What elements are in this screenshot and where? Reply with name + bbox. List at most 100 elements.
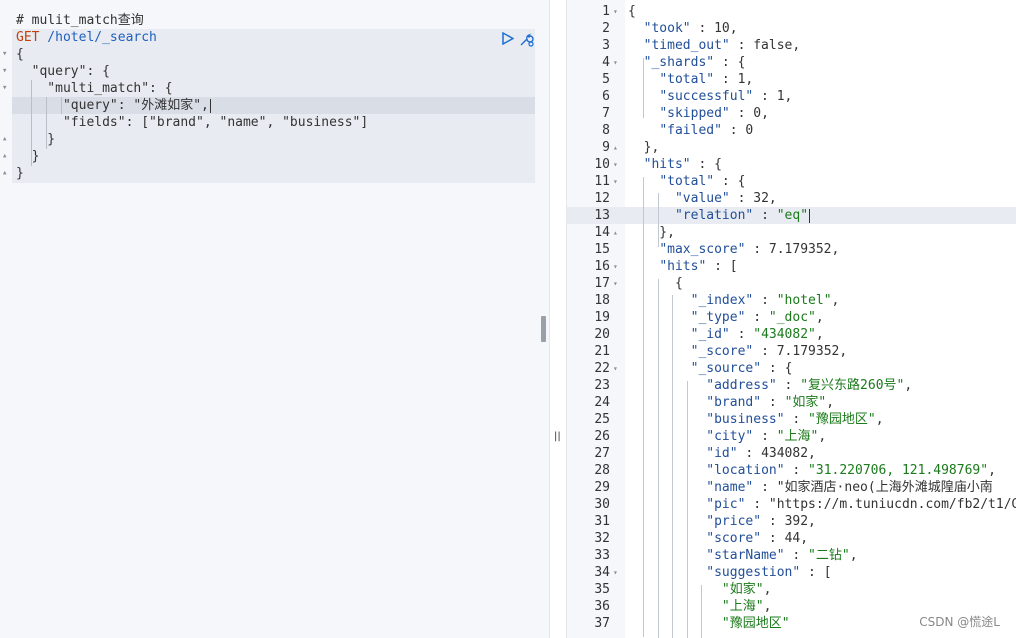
- fold-toggle-icon[interactable]: ▾: [613, 275, 618, 292]
- fold-toggle-icon[interactable]: ▴: [2, 148, 7, 165]
- request-body-line: }: [16, 166, 24, 181]
- fold-toggle-icon[interactable]: ▾: [613, 173, 618, 190]
- fold-toggle-icon[interactable]: ▾: [613, 156, 618, 173]
- play-icon[interactable]: [500, 31, 515, 46]
- fold-toggle-icon[interactable]: ▾: [613, 258, 618, 275]
- response-code: "address" : "复兴东路260号",: [706, 378, 913, 393]
- response-line: 16 ▾ "hits" : [: [567, 258, 1016, 275]
- response-line: 23 "address" : "复兴东路260号",: [567, 377, 1016, 394]
- response-code: {: [628, 4, 636, 19]
- indent-guide: [658, 193, 659, 247]
- line-number: 16: [594, 259, 610, 274]
- response-line: 28 "location" : "31.220706, 121.498769",: [567, 462, 1016, 479]
- response-line: 20 "_id" : "434082",: [567, 326, 1016, 343]
- request-query-text: "query": "外滩如家",: [16, 98, 209, 113]
- fold-toggle-icon[interactable]: ▴: [613, 139, 618, 156]
- response-viewer[interactable]: 1 ▾{2 "took" : 10, 3 "timed_out" : false, 4…: [567, 0, 1016, 638]
- line-number: 1: [602, 4, 610, 19]
- request-body-line: "multi_match": {: [16, 81, 173, 96]
- line-number: 21: [594, 344, 610, 359]
- line-number: 17: [594, 276, 610, 291]
- line-number: 5: [602, 72, 610, 87]
- response-code: "starName" : "二钻",: [706, 548, 858, 563]
- request-body-line: {: [16, 47, 24, 62]
- line-number: 33: [594, 548, 610, 563]
- request-method: GET: [16, 30, 40, 45]
- response-code: "豫园地区": [721, 616, 790, 631]
- response-code: "skipped" : 0,: [659, 106, 769, 121]
- response-code: "timed_out" : false,: [643, 38, 801, 53]
- response-code: "business" : "豫园地区",: [706, 412, 884, 427]
- line-number: 6: [602, 89, 610, 104]
- fold-toggle-icon[interactable]: ▴: [2, 165, 7, 182]
- request-editor[interactable]: ▾ ▾ ▾ ▴ ▴ ▴ # mulit_match查询 GET /hotel/_…: [0, 0, 549, 638]
- response-line: 17 ▾ {: [567, 275, 1016, 292]
- response-line: 12 "value" : 32,: [567, 190, 1016, 207]
- response-line: 26 "city" : "上海",: [567, 428, 1016, 445]
- line-number: 8: [602, 123, 610, 138]
- response-line: 21 "_score" : 7.179352,: [567, 343, 1016, 360]
- response-code: "_score" : 7.179352,: [690, 344, 848, 359]
- response-line: 1 ▾ {: [567, 3, 1016, 20]
- response-code: "如家",: [721, 582, 772, 597]
- line-number: 35: [594, 582, 610, 597]
- fold-toggle-icon[interactable]: ▾: [2, 63, 7, 80]
- line-number: 37: [594, 616, 610, 631]
- response-line: 18 "_index" : "hotel",: [567, 292, 1016, 309]
- response-line: 13 "relation" : "eq": [567, 207, 1016, 224]
- fold-toggle-icon[interactable]: ▾: [613, 3, 618, 20]
- response-code: "_source" : {: [690, 361, 793, 376]
- text-cursor: [209, 98, 211, 113]
- line-number: 22: [594, 361, 610, 376]
- fold-toggle-icon[interactable]: ▾: [2, 80, 7, 97]
- response-code: },: [628, 225, 675, 240]
- line-number: 29: [594, 480, 610, 495]
- response-line: 30 "pic" : "https://m.tuniucdn.com/fb2/t…: [567, 496, 1016, 513]
- response-code: "took" : 10,: [643, 21, 738, 36]
- wrench-icon[interactable]: [519, 32, 534, 47]
- response-line: 31 "price" : 392,: [567, 513, 1016, 530]
- fold-toggle-icon[interactable]: ▾: [2, 46, 7, 63]
- response-code: "value" : 32,: [674, 191, 777, 206]
- response-line: 29 "name" : "如家酒店·neo(上海外滩城隍庙小南: [567, 479, 1016, 496]
- indent-guide: [643, 58, 644, 118]
- response-code: "_shards" : {: [643, 55, 746, 70]
- response-line: 14 ▴ },: [567, 224, 1016, 241]
- panel-divider[interactable]: [549, 0, 567, 638]
- panel-resize-handle[interactable]: ||: [554, 431, 561, 443]
- fold-toggle-icon[interactable]: ▾: [613, 54, 618, 71]
- request-body-line: "query": "外滩如家",: [16, 97, 211, 114]
- response-line: 27 "id" : 434082,: [567, 445, 1016, 462]
- line-number: 18: [594, 293, 610, 308]
- response-code: "name" : "如家酒店·neo(上海外滩城隍庙小南: [706, 480, 993, 495]
- line-number: 24: [594, 395, 610, 410]
- line-number: 27: [594, 446, 610, 461]
- response-code: "total" : {: [659, 174, 746, 189]
- response-line: 34 ▾ "suggestion" : [: [567, 564, 1016, 581]
- line-number: 23: [594, 378, 610, 393]
- response-line: 15 "max_score" : 7.179352,: [567, 241, 1016, 258]
- indent-guide: [687, 381, 688, 638]
- request-path: /hotel/_search: [39, 30, 157, 45]
- vertical-scrollbar-thumb[interactable]: [541, 316, 546, 342]
- response-code: "hits" : [: [659, 259, 738, 274]
- line-number: 19: [594, 310, 610, 325]
- request-body-line: "query": {: [16, 64, 110, 79]
- fold-toggle-icon[interactable]: ▴: [2, 131, 7, 148]
- response-code: "id" : 434082,: [706, 446, 816, 461]
- line-number: 9: [602, 140, 610, 155]
- fold-toggle-icon[interactable]: ▴: [613, 224, 618, 241]
- fold-toggle-icon[interactable]: ▾: [613, 564, 618, 581]
- line-number: 26: [594, 429, 610, 444]
- response-line: 10 ▾ "hits" : {: [567, 156, 1016, 173]
- response-line: 24 "brand" : "如家",: [567, 394, 1016, 411]
- line-number: 20: [594, 327, 610, 342]
- fold-toggle-icon[interactable]: ▾: [613, 360, 618, 377]
- response-line: 8 "failed" : 0: [567, 122, 1016, 139]
- response-line: 33 "starName" : "二钻",: [567, 547, 1016, 564]
- line-number: 2: [602, 21, 610, 36]
- indent-guide: [701, 585, 702, 638]
- line-number: 14: [594, 225, 610, 240]
- line-number: 36: [594, 599, 610, 614]
- request-line: GET /hotel/_search: [16, 29, 157, 46]
